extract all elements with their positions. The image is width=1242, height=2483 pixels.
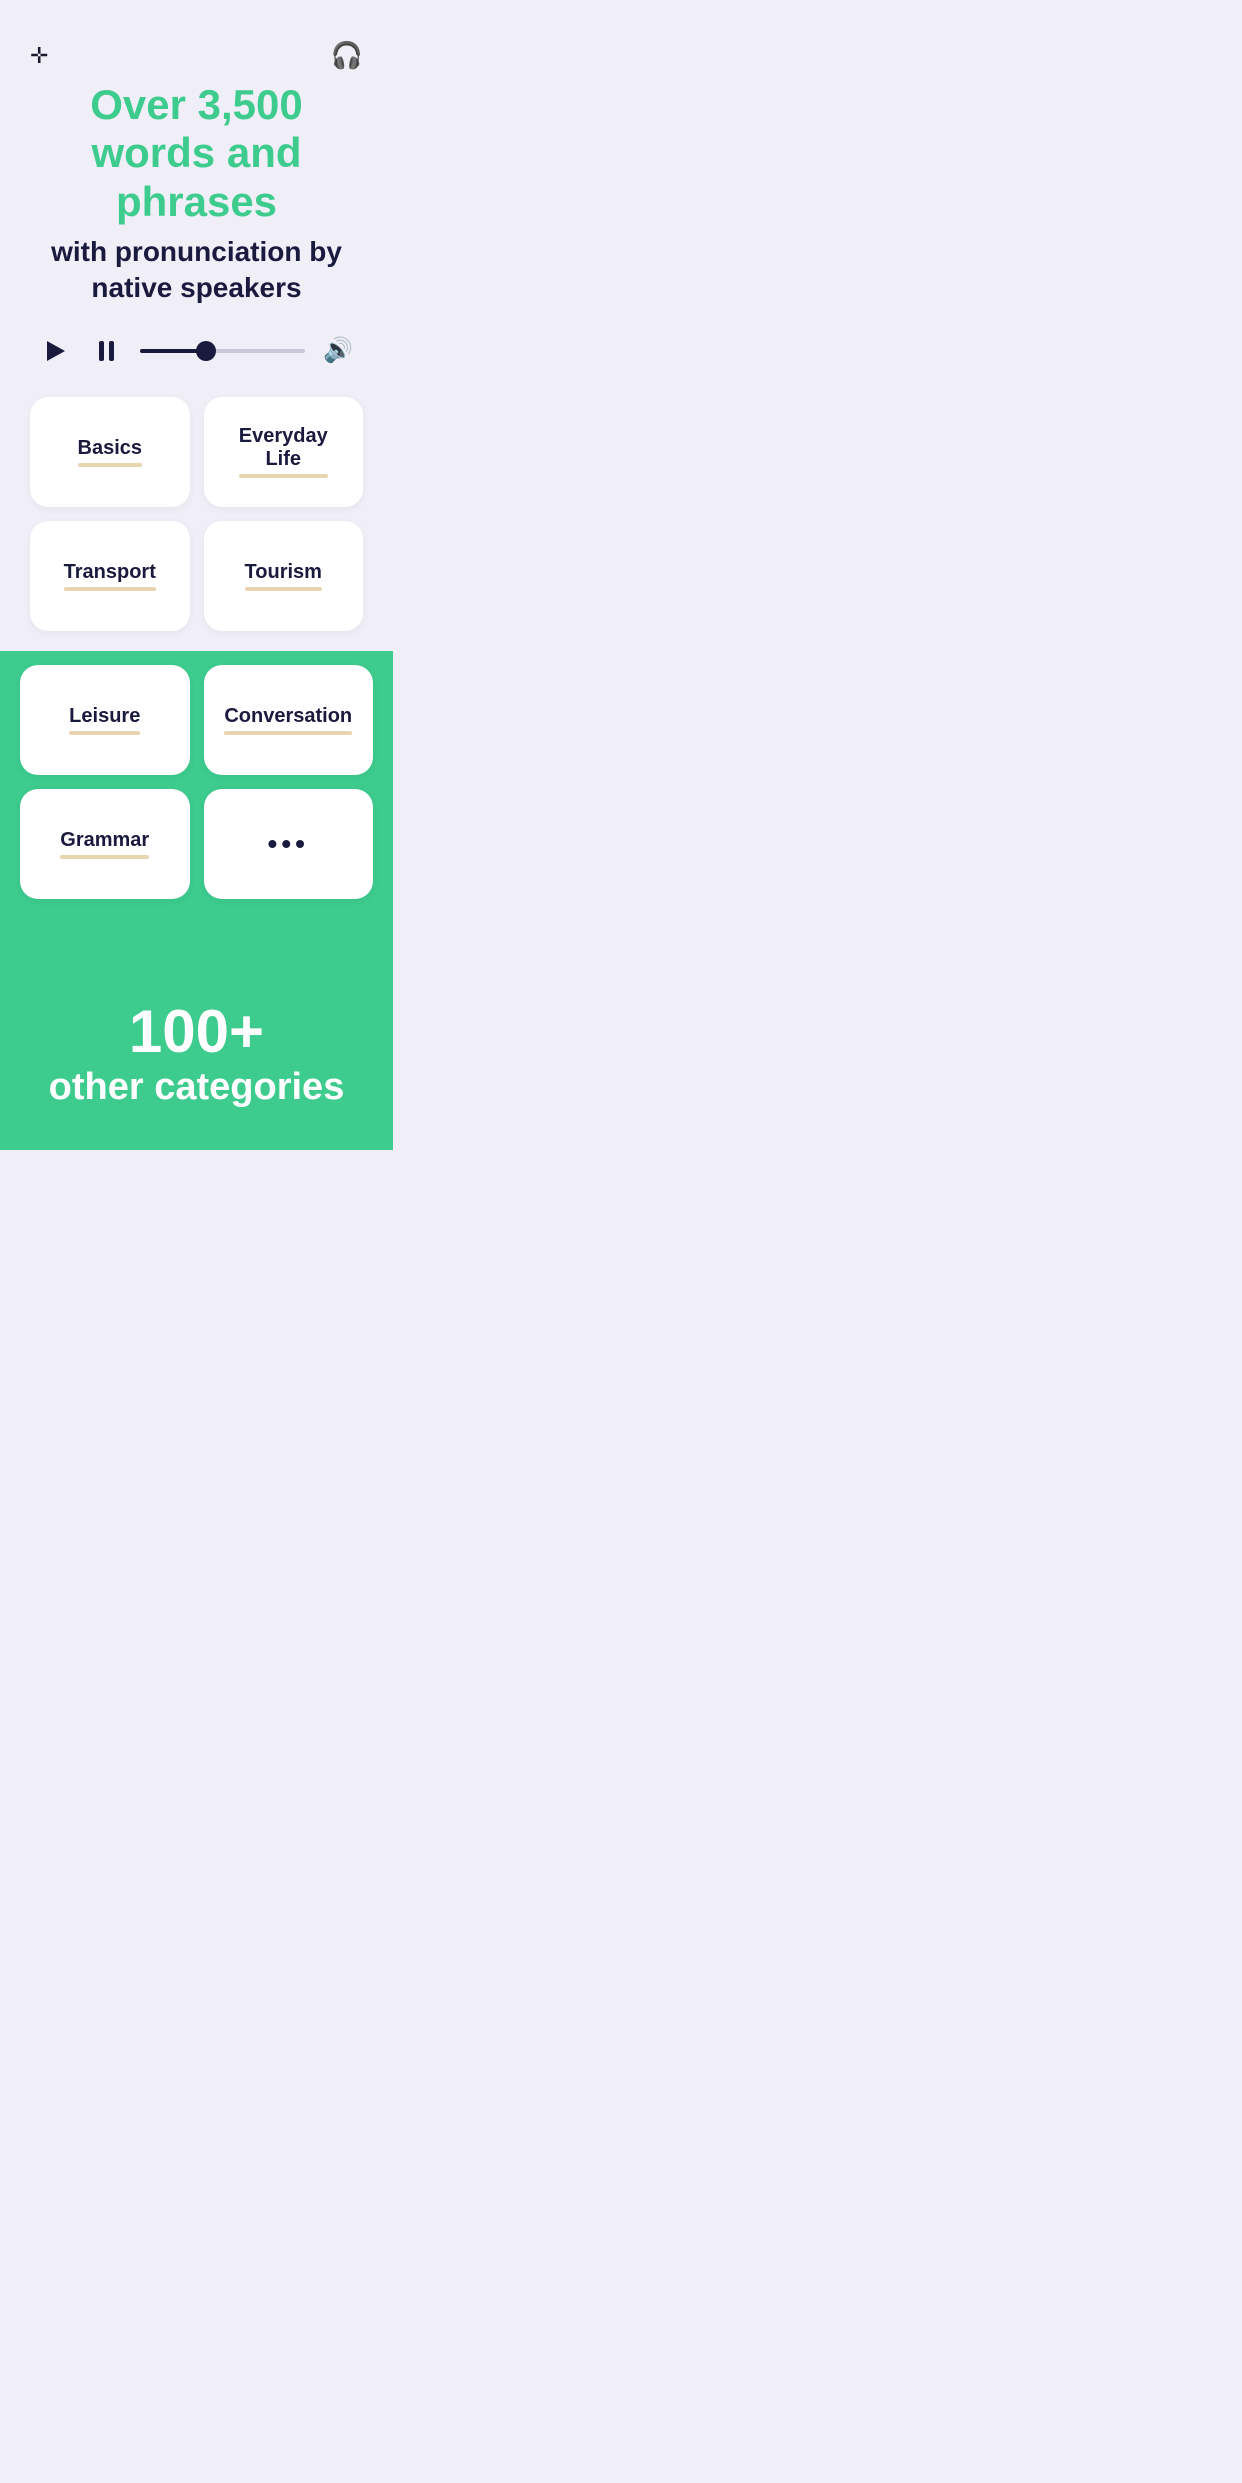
category-card-leisure[interactable]: Leisure [20, 665, 190, 775]
category-label-tourism: Tourism [245, 561, 322, 591]
pause-button[interactable] [90, 335, 122, 367]
category-card-everyday-life[interactable]: EverydayLife [204, 397, 364, 507]
category-label-leisure: Leisure [69, 705, 140, 735]
audio-controls: 🔊 [30, 335, 363, 367]
category-label-everyday-life: EverydayLife [239, 425, 328, 478]
progress-bar[interactable] [140, 349, 305, 353]
footer-text: other categories [20, 1065, 373, 1111]
category-label-grammar: Grammar [60, 829, 149, 859]
play-icon [47, 341, 65, 361]
category-label-basics: Basics [78, 437, 143, 467]
category-card-transport[interactable]: Transport [30, 521, 190, 631]
crosshair-icon: ✛ [30, 45, 48, 67]
headphone-icon: 🎧 [331, 40, 363, 71]
play-button[interactable] [40, 335, 72, 367]
category-label-more: ••• [268, 828, 309, 860]
headline-dark: with pronunciation by native speakers [30, 234, 363, 307]
pause-bar-left [99, 341, 104, 361]
footer-number: 100+ [20, 999, 373, 1065]
progress-thumb [196, 341, 216, 361]
headline-green: Over 3,500 words and phrases [30, 81, 363, 226]
category-card-tourism[interactable]: Tourism [204, 521, 364, 631]
category-card-conversation[interactable]: Conversation [204, 665, 374, 775]
category-card-grammar[interactable]: Grammar [20, 789, 190, 899]
category-card-basics[interactable]: Basics [30, 397, 190, 507]
category-label-transport: Transport [64, 561, 156, 591]
category-label-conversation: Conversation [224, 705, 352, 735]
category-card-more[interactable]: ••• [204, 789, 374, 899]
volume-button[interactable]: 🔊 [323, 336, 353, 365]
pause-bar-right [109, 341, 114, 361]
